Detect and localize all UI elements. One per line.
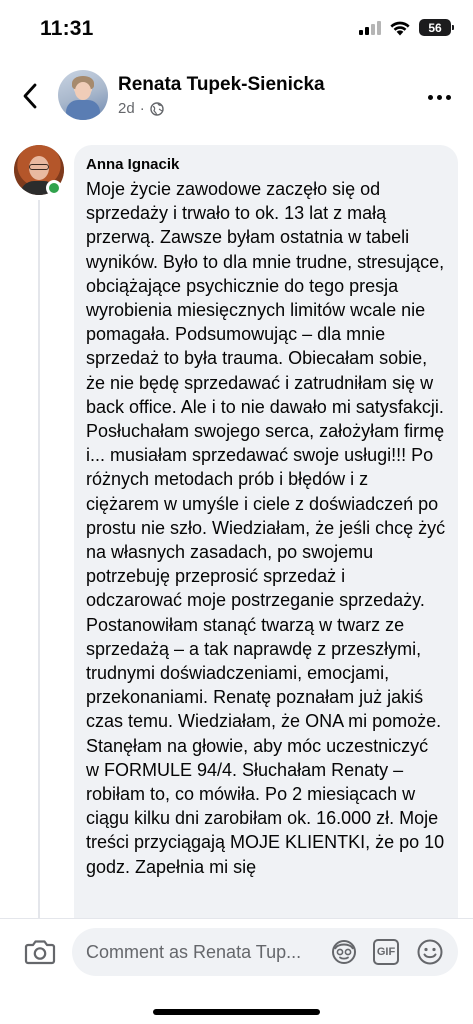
chevron-left-icon	[23, 83, 37, 109]
gif-button[interactable]: GIF	[371, 937, 401, 967]
status-time: 11:31	[40, 17, 94, 40]
globe-icon	[149, 101, 164, 116]
post-header: Renata Tupek-Sienicka 2d ·	[0, 62, 473, 132]
comment-text: Moje życie zawodowe zaczęło się od sprze…	[86, 179, 446, 877]
emoji-icon	[417, 939, 443, 965]
status-bar: 11:31 56	[0, 0, 473, 52]
comment-composer: Comment as Renata Tup... GIF	[0, 918, 473, 1024]
post-time[interactable]: 2d	[118, 100, 135, 117]
battery-icon: 56	[419, 19, 454, 36]
more-horizontal-icon	[427, 94, 433, 100]
cellular-signal-icon	[359, 20, 381, 35]
meta-separator: ·	[139, 100, 145, 117]
author-avatar[interactable]	[58, 70, 108, 120]
wifi-icon	[389, 20, 411, 36]
avatar-sticker-icon	[332, 940, 356, 964]
camera-button[interactable]	[24, 937, 56, 967]
avatar-sticker-button[interactable]	[329, 937, 359, 967]
home-indicator	[153, 1009, 320, 1015]
online-status-indicator	[46, 180, 62, 196]
comment-author[interactable]: Anna Ignacik	[86, 156, 446, 173]
post-meta: 2d ·	[118, 100, 164, 117]
gif-icon: GIF	[373, 939, 399, 965]
camera-icon	[24, 940, 56, 965]
thread-line	[38, 200, 40, 920]
author-name[interactable]: Renata Tupek-Sienicka	[118, 74, 325, 96]
emoji-button[interactable]	[415, 937, 445, 967]
more-options-button[interactable]	[423, 84, 455, 110]
status-icons: 56	[359, 19, 454, 36]
back-button[interactable]	[14, 76, 46, 116]
comment-bubble[interactable]: Anna Ignacik Moje życie zawodowe zaczęło…	[74, 145, 458, 935]
